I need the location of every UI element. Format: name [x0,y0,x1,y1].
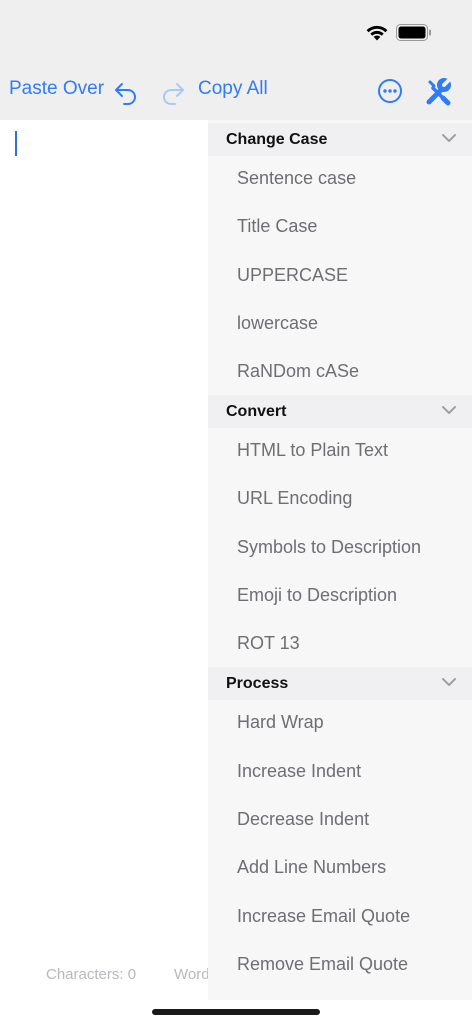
menu-item-remove-email-quote[interactable]: Remove Email Quote [208,940,472,988]
toolbar: Paste Over Copy All [0,62,472,120]
menu-item-label: HTML to Plain Text [237,440,389,460]
section-header-convert[interactable]: Convert [208,395,472,428]
menu-item-label: RaNDom cASe [237,361,360,381]
section-header-change-case[interactable]: Change Case [208,123,472,156]
menu-item-sentence-case[interactable]: Sentence case [208,154,472,202]
menu-item-label: Title Case [237,216,318,236]
copy-all-button[interactable]: Copy All [198,78,268,100]
section-header-process[interactable]: Process [208,667,472,700]
menu-item-increase-indent[interactable]: Increase Indent [208,747,472,795]
menu-item-label: ROT 13 [237,633,300,653]
section-title: Change Case [226,131,328,148]
text-editor[interactable] [0,120,208,1000]
section-title: Convert [226,403,287,420]
menu-item-add-line-numbers[interactable]: Add Line Numbers [208,843,472,891]
menu-item-label: Emoji to Description [237,585,398,605]
menu-item-label: Add Line Numbers [237,857,387,877]
text-cursor [15,131,17,156]
character-count: Characters: 0 [46,966,137,983]
redo-arrow-icon[interactable] [160,80,186,106]
more-ellipsis-icon[interactable] [377,78,403,104]
menu-item-url-encoding[interactable]: URL Encoding [208,474,472,522]
chevron-down-icon [442,678,456,686]
menu-item-label: UPPERCASE [237,265,349,285]
wrench-screwdriver-icon[interactable] [423,74,455,106]
home-indicator[interactable] [152,1009,320,1015]
menu-item-label: Increase Email Quote [237,906,411,926]
menu-item-lowercase[interactable]: lowercase [208,299,472,347]
status-bar [0,0,472,62]
menu-item-label: Hard Wrap [237,712,324,732]
paste-over-button[interactable]: Paste Over [9,78,104,100]
menu-item-uppercase[interactable]: UPPERCASE [208,251,472,299]
menu-item-random-case[interactable]: RaNDom cASe [208,347,472,395]
battery-icon [396,24,431,41]
menu-item-emoji-to-description[interactable]: Emoji to Description [208,571,472,619]
chevron-down-icon [442,134,456,142]
menu-item-label: URL Encoding [237,488,353,508]
menu-item-title-case[interactable]: Title Case [208,202,472,250]
menu-item-label: lowercase [237,313,319,333]
menu-item-hard-wrap[interactable]: Hard Wrap [208,698,472,746]
menu-item-label: Remove Email Quote [237,954,409,974]
menu-item-increase-email-quote[interactable]: Increase Email Quote [208,892,472,940]
section-title: Process [226,675,289,692]
actions-panel: Change Case Sentence case Title Case UPP… [208,120,472,1000]
undo-arrow-icon[interactable] [113,80,139,106]
menu-item-label: Decrease Indent [237,809,370,829]
menu-item-label: Sentence case [237,168,357,188]
menu-item-symbols-to-description[interactable]: Symbols to Description [208,523,472,571]
menu-item-rot-13[interactable]: ROT 13 [208,619,472,667]
chevron-down-icon [442,406,456,414]
menu-item-label: Symbols to Description [237,537,422,557]
menu-item-label: Increase Indent [237,761,362,781]
wifi-icon [366,25,388,41]
menu-item-html-to-plain-text[interactable]: HTML to Plain Text [208,426,472,474]
menu-item-decrease-indent[interactable]: Decrease Indent [208,795,472,843]
